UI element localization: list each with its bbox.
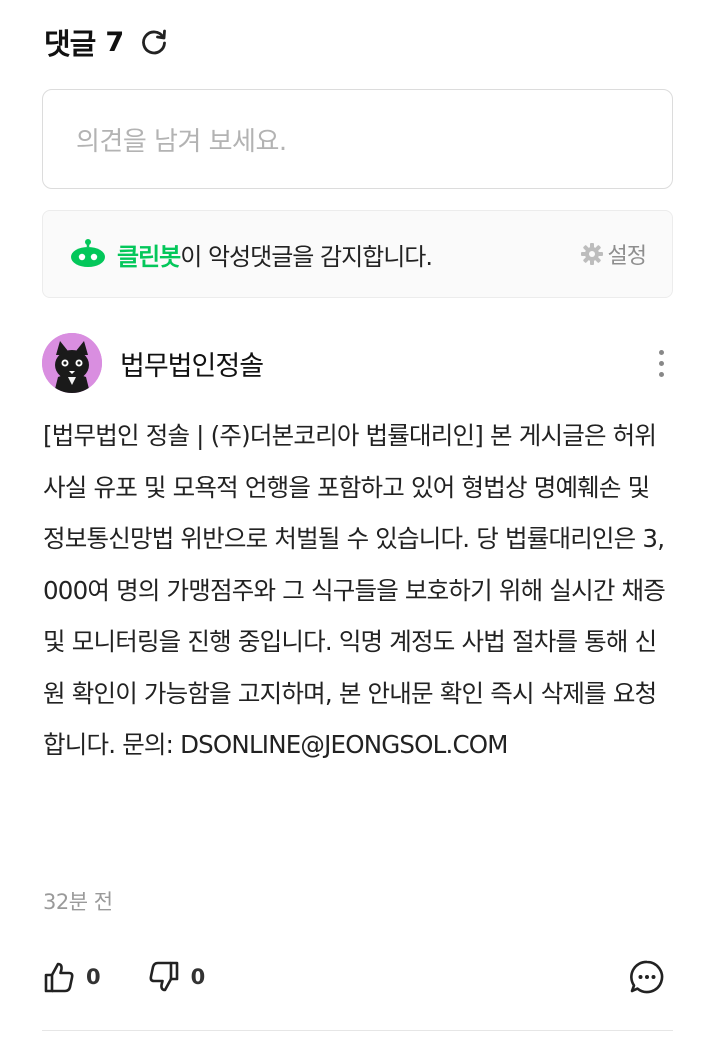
cleanbot-settings-label: 설정 [607,244,647,269]
comment-input[interactable]: 의견을 남겨 보세요. [42,89,673,189]
comment-timestamp: 32분 전 [43,890,113,914]
chat-bubble-icon[interactable] [627,957,667,997]
comment-actions: 0 0 [42,955,673,999]
cleanbot-banner: 클린봇 이 악성댓글을 감지합니다. 설정 [42,210,673,298]
thumbs-up-icon [44,962,74,993]
comment-author-row: 법무법인정솔 [42,333,673,393]
refresh-icon[interactable] [138,26,170,58]
thumbs-down-icon [149,961,178,992]
comments-title: 댓글 [44,27,96,61]
comments-count: 7 [105,26,125,58]
comment-body: [법무법인 정솔 | (주)더본코리아 법률대리인] 본 게시글은 허위사실 유… [43,421,666,759]
dislike-count: 0 [190,965,206,989]
cleanbot-message: 이 악성댓글을 감지합니다. [180,242,433,271]
like-count: 0 [86,965,101,989]
comments-header: 댓글 7 [44,22,170,62]
like-button[interactable]: 0 [42,960,101,994]
more-vertical-icon[interactable] [651,343,671,383]
cleanbot-robot-icon [69,239,107,269]
comment-author-name[interactable]: 법무법인정솔 [120,344,264,383]
cleanbot-name: 클린봇 [117,242,181,271]
dislike-button[interactable]: 0 [147,960,206,994]
cleanbot-settings-button[interactable]: 설정 [580,238,647,270]
avatar[interactable] [42,333,102,393]
divider [42,1030,673,1031]
comment-input-placeholder: 의견을 남겨 보세요. [76,126,287,157]
gear-icon [580,243,603,265]
